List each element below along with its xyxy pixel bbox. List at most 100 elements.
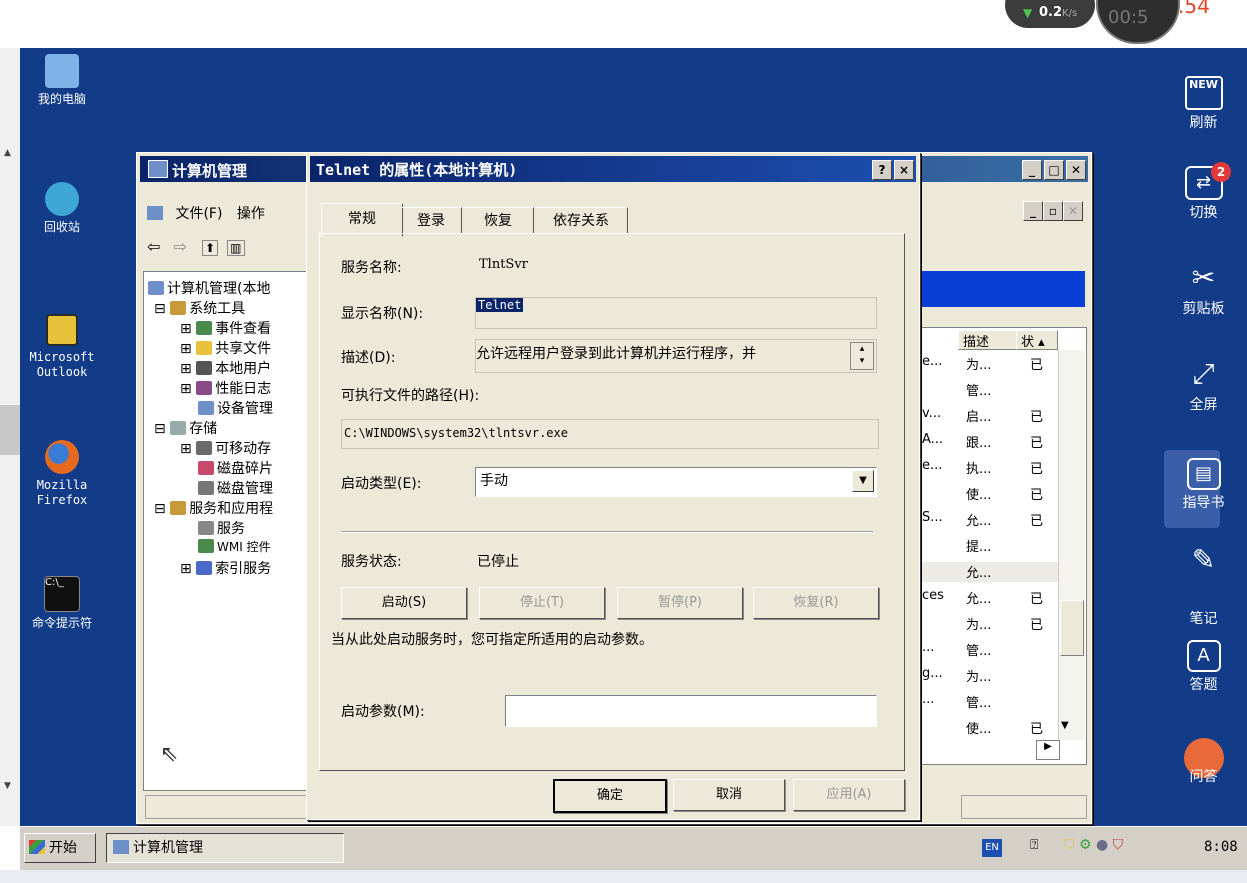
scroll-up-icon[interactable]: ▲ [4, 148, 11, 158]
column-header-desc[interactable]: 描述 [958, 330, 1020, 350]
tree-item-wmi[interactable]: WMI 控件 [198, 538, 271, 555]
chevron-down-icon[interactable]: ▼ [852, 470, 874, 492]
tab-dependencies[interactable]: 依存关系 [535, 207, 628, 234]
tab-recovery[interactable]: 恢复 [463, 207, 534, 234]
close-button[interactable]: ✕ [1066, 160, 1086, 180]
table-row[interactable]: A... 跟... 已 [920, 432, 1058, 452]
list-scroll-down-icon[interactable]: ▼ [1061, 720, 1069, 731]
up-folder-icon[interactable]: ⬆ [202, 240, 219, 256]
table-row[interactable]: 使... 已 [920, 718, 1058, 738]
table-row[interactable]: 管... [920, 380, 1058, 400]
tree-item-indexing[interactable]: ⊞ 索引服务 [180, 558, 271, 578]
tree-item-perf-logs[interactable]: ⊞ 性能日志 [180, 378, 271, 398]
tab-general[interactable]: 常规 [321, 203, 403, 237]
cancel-button[interactable]: 取消 [673, 779, 785, 811]
resume-button[interactable]: 恢复(R) [753, 587, 879, 619]
table-row[interactable]: e... 为... 已 [920, 354, 1058, 374]
toolbar-switch[interactable]: ⇄ 2 切换 [1160, 162, 1247, 222]
tree-item-disk-mgmt[interactable]: 磁盘管理 [198, 478, 273, 498]
column-header-status[interactable]: 状 ▴ [1016, 330, 1058, 350]
show-tree-icon[interactable]: ▥ [227, 240, 245, 256]
tree-item-system-tools[interactable]: ⊟ 系统工具 [154, 298, 245, 318]
desktop-icon-cmd[interactable]: C:\_ 命令提示符 [12, 576, 112, 631]
startup-type-select[interactable]: 手动 ▼ [475, 467, 877, 497]
mdi-restore-button[interactable]: ▫ [1043, 201, 1063, 221]
list-scrollbar[interactable]: ▼ [1058, 350, 1085, 740]
list-scroll-thumb[interactable] [1060, 600, 1084, 656]
list-scroll-right-icon[interactable]: ▶ [1036, 740, 1060, 760]
help-tray-icon[interactable]: ⍰ [1030, 837, 1038, 853]
tree-item-root[interactable]: 计算机管理(本地 [148, 278, 270, 298]
toolbar-notes[interactable]: ✎ 笔记 [1160, 542, 1247, 627]
tree-item-device-manager[interactable]: 设备管理 [198, 398, 273, 418]
tree-item-storage[interactable]: ⊟ 存储 [154, 418, 217, 438]
toolbar-refresh[interactable]: NEW 刷新 [1160, 76, 1247, 132]
volume-icon[interactable]: ● [1096, 837, 1108, 853]
app-menu-icon[interactable] [147, 206, 163, 220]
table-row[interactable]: ... 管... [920, 692, 1058, 712]
minimize-button[interactable]: _ [1022, 160, 1042, 180]
service-list[interactable]: 描述 状 ▴ e... 为... 已管... v... 启... 已 A... 跟... 已 e.… [919, 327, 1087, 765]
divider [341, 531, 873, 533]
toolbar-guidebook[interactable]: ▤ 指导书 [1160, 450, 1247, 528]
start-button[interactable]: 开始 [24, 833, 96, 863]
start-params-input[interactable] [505, 695, 877, 727]
desktop-icon-outlook[interactable]: Microsoft Outlook [12, 314, 112, 380]
table-row[interactable]: 使... 已 [920, 484, 1058, 504]
table-row[interactable]: 允... [920, 562, 1058, 582]
page-scrollbar[interactable]: ▲ ▼ [0, 48, 20, 826]
ok-button[interactable]: 确定 [553, 779, 667, 813]
desktop-icon-firefox[interactable]: Mozilla Firefox [12, 440, 112, 508]
start-button[interactable]: 启动(S) [341, 587, 467, 619]
tree-item-local-users[interactable]: ⊞ 本地用户 [180, 358, 271, 378]
menu-action[interactable]: 操作 [237, 206, 265, 222]
forward-icon[interactable]: ⇨ [174, 237, 187, 256]
toolbar-answer[interactable]: A 答题 [1160, 640, 1247, 694]
menu-file[interactable]: 文件(F) [175, 206, 222, 222]
help-button[interactable]: ? [872, 160, 892, 180]
table-row[interactable]: ... 管... [920, 640, 1058, 660]
table-row[interactable]: 为... 已 [920, 614, 1058, 634]
display-name-field[interactable]: Telnet [475, 297, 877, 329]
mdi-close-button[interactable]: ✕ [1063, 201, 1083, 221]
tree-item-shared-folders[interactable]: ⊞ 共享文件 [180, 338, 271, 358]
language-indicator[interactable]: EN [982, 839, 1002, 857]
tree-item-removable[interactable]: ⊞ 可移动存 [180, 438, 271, 458]
telnet-properties-dialog[interactable]: Telnet 的属性(本地计算机) ? × 常规 登录 恢复 依存关系 服务名称… [306, 152, 920, 820]
stop-button[interactable]: 停止(T) [479, 587, 605, 619]
table-row[interactable]: 提... [920, 536, 1058, 556]
security-icon[interactable]: ⛉ [1113, 837, 1124, 853]
table-row[interactable]: e... 执... 已 [920, 458, 1058, 478]
table-row[interactable]: v... 启... 已 [920, 406, 1058, 426]
desktop-icon-my-computer[interactable]: 我的电脑 [12, 54, 112, 107]
description-field[interactable]: 允许远程用户登录到此计算机并运行程序，并 ▴ ▾ [475, 339, 877, 373]
mdi-minimize-button[interactable]: _ [1023, 201, 1043, 221]
tree-item-services[interactable]: 服务 [198, 518, 245, 538]
path-field[interactable]: C:\WINDOWS\system32\tlntsvr.exe [341, 419, 879, 449]
maximize-button[interactable]: □ [1044, 160, 1064, 180]
description-spinner[interactable]: ▴ ▾ [850, 342, 874, 370]
toolbar-fullscreen[interactable]: ⤢ 全屏 [1160, 356, 1247, 414]
taskbar-task-computer-management[interactable]: 计算机管理 [106, 833, 344, 863]
scroll-down-icon[interactable]: ▼ [4, 781, 11, 791]
desktop-icon-recycle-bin[interactable]: 回收站 [12, 182, 112, 235]
network-icon[interactable]: ⚙ [1079, 837, 1092, 853]
dialog-titlebar[interactable]: Telnet 的属性(本地计算机) ? × [310, 156, 916, 182]
table-row[interactable]: S... 允... 已 [920, 510, 1058, 530]
tree-item-services-apps[interactable]: ⊟ 服务和应用程 [154, 498, 273, 518]
tree-item-event-viewer[interactable]: ⊞ 事件查看 [180, 318, 271, 338]
pause-button[interactable]: 暂停(P) [617, 587, 743, 619]
tree-pane[interactable]: 计算机管理(本地 ⊟ 系统工具 ⊞ 事件查看 ⊞ 共享文件 ⊞ 本地用户 ⊞ 性… [143, 271, 311, 791]
tab-logon[interactable]: 登录 [401, 207, 462, 234]
toolbar-qa[interactable]: 问答 [1160, 738, 1247, 800]
table-cell: 跟... [966, 436, 992, 451]
shield-icon[interactable]: ⛉ [1064, 837, 1075, 853]
back-icon[interactable]: ⇦ [147, 237, 160, 256]
apply-button[interactable]: 应用(A) [793, 779, 905, 811]
toolbar-clipboard[interactable]: ✂ 剪贴板 [1160, 260, 1247, 318]
table-row[interactable]: g... 为... [920, 666, 1058, 686]
tree-item-defrag[interactable]: 磁盘碎片 [198, 458, 273, 478]
dialog-close-button[interactable]: × [894, 160, 914, 180]
table-cell: 允... [966, 566, 992, 581]
table-row[interactable]: ces 允... 已 [920, 588, 1058, 608]
